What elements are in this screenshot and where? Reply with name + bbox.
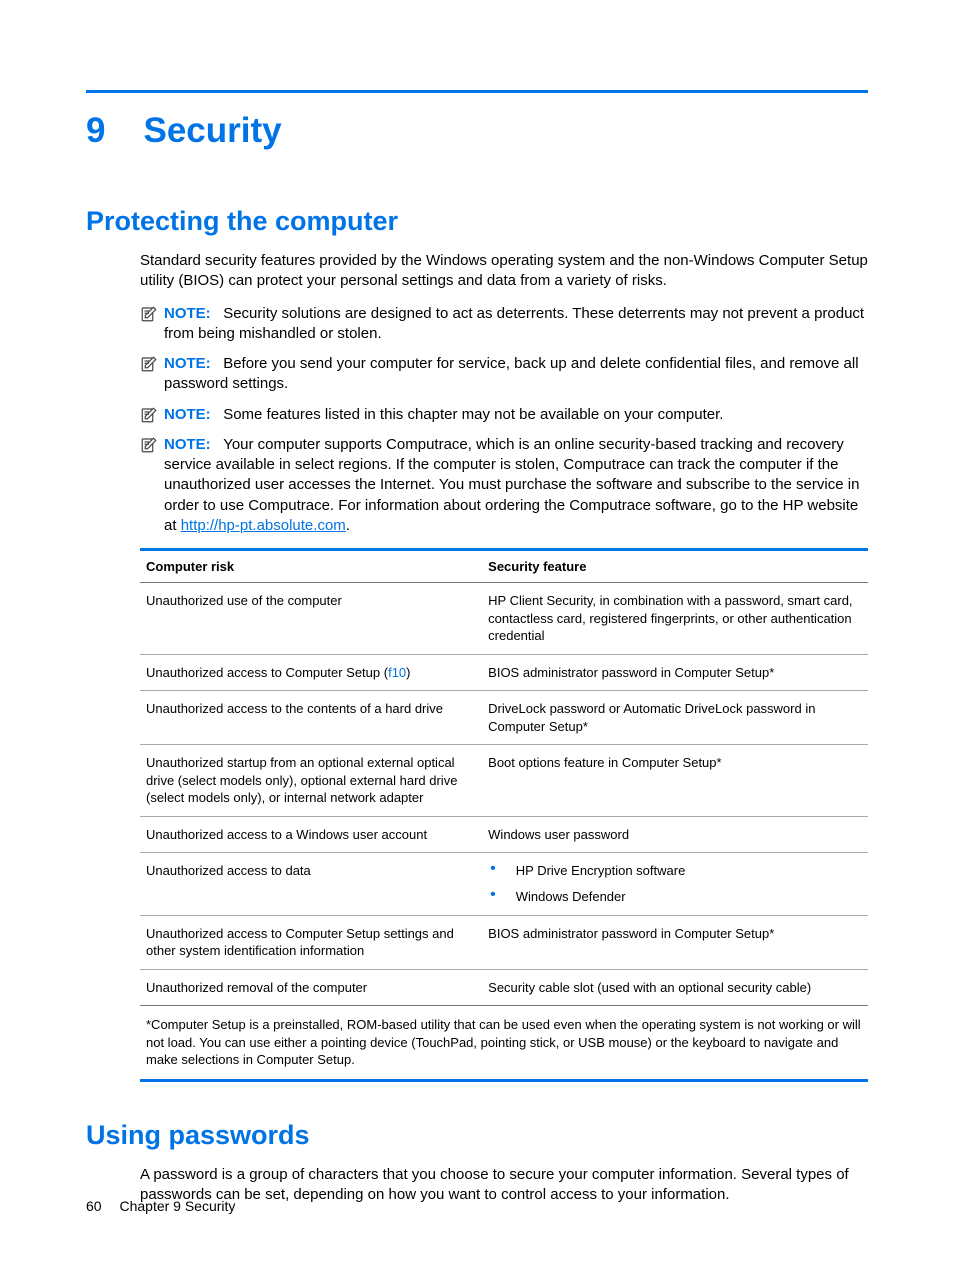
chapter-footer-label: Chapter 9 Security (119, 1198, 235, 1214)
note-body-post: . (346, 517, 350, 534)
list-item: • Windows Defender (488, 888, 862, 906)
table-row: Unauthorized use of the computer HP Clie… (140, 583, 868, 655)
cell-risk: Unauthorized access to Computer Setup se… (140, 915, 482, 969)
intro-paragraph: Standard security features provided by t… (140, 251, 868, 292)
chapter-number: 9 (86, 111, 105, 151)
note-icon (140, 406, 158, 424)
note-4: NOTE: Your computer supports Computrace,… (140, 435, 868, 536)
list-text: Windows Defender (516, 888, 626, 906)
table-row: Unauthorized access to Computer Setup se… (140, 915, 868, 969)
cell-risk: Unauthorized access to the contents of a… (140, 691, 482, 745)
section2-content: A password is a group of characters that… (140, 1165, 868, 1206)
note-text: NOTE: Some features listed in this chapt… (164, 405, 723, 425)
section-heading-protecting: Protecting the computer (86, 206, 868, 237)
note-2: NOTE: Before you send your computer for … (140, 354, 868, 395)
note-label: NOTE: (164, 305, 211, 322)
chapter-title: Security (143, 111, 281, 151)
table-footnote: *Computer Setup is a preinstalled, ROM-b… (140, 1012, 868, 1082)
cell-risk: Unauthorized startup from an optional ex… (140, 745, 482, 817)
cell-risk: Unauthorized access to data (140, 853, 482, 915)
table-row: Unauthorized access to the contents of a… (140, 691, 868, 745)
table-row: Unauthorized removal of the computer Sec… (140, 969, 868, 1006)
cell-feature: HP Client Security, in combination with … (482, 583, 868, 655)
cell-feature: Security cable slot (used with an option… (482, 969, 868, 1006)
cell-feature: BIOS administrator password in Computer … (482, 654, 868, 691)
chapter-header: 9 Security (86, 111, 868, 151)
note-3: NOTE: Some features listed in this chapt… (140, 405, 868, 425)
table-row: Unauthorized startup from an optional ex… (140, 745, 868, 817)
note-1: NOTE: Security solutions are designed to… (140, 304, 868, 345)
security-table: Computer risk Security feature Unauthori… (140, 548, 868, 1006)
cell-feature: Boot options feature in Computer Setup* (482, 745, 868, 817)
passwords-paragraph: A password is a group of characters that… (140, 1165, 868, 1206)
note-text: NOTE: Your computer supports Computrace,… (164, 435, 868, 536)
table-row: Unauthorized access to a Windows user ac… (140, 816, 868, 853)
cell-risk: Unauthorized removal of the computer (140, 969, 482, 1006)
cell-risk: Unauthorized use of the computer (140, 583, 482, 655)
page-number: 60 (86, 1198, 102, 1214)
note-body: Security solutions are designed to act a… (164, 305, 864, 342)
computrace-link[interactable]: http://hp-pt.absolute.com (181, 517, 346, 534)
section-heading-passwords: Using passwords (86, 1120, 868, 1151)
top-rule (86, 90, 868, 93)
page-footer: 60 Chapter 9 Security (86, 1198, 235, 1214)
note-icon (140, 436, 158, 454)
note-label: NOTE: (164, 436, 211, 453)
note-label: NOTE: (164, 355, 211, 372)
list-text: HP Drive Encryption software (516, 862, 686, 880)
th-feature: Security feature (482, 550, 868, 583)
cell-risk: Unauthorized access to Computer Setup (f… (140, 654, 482, 691)
section1-content: Standard security features provided by t… (140, 251, 868, 1082)
th-risk: Computer risk (140, 550, 482, 583)
table-row: Unauthorized access to data • HP Drive E… (140, 853, 868, 915)
bullet-icon: • (490, 862, 496, 875)
table-row: Unauthorized access to Computer Setup (f… (140, 654, 868, 691)
note-label: NOTE: (164, 406, 211, 423)
list-item: • HP Drive Encryption software (488, 862, 862, 880)
cell-risk: Unauthorized access to a Windows user ac… (140, 816, 482, 853)
cell-feature-list: • HP Drive Encryption software • Windows… (482, 853, 868, 915)
cell-feature: Windows user password (482, 816, 868, 853)
note-icon (140, 305, 158, 323)
cell-feature: DriveLock password or Automatic DriveLoc… (482, 691, 868, 745)
note-icon (140, 355, 158, 373)
f10-key: f10 (388, 665, 406, 680)
bullet-icon: • (490, 888, 496, 901)
note-body: Some features listed in this chapter may… (223, 406, 723, 423)
page: 9 Security Protecting the computer Stand… (0, 0, 954, 1270)
note-text: NOTE: Before you send your computer for … (164, 354, 868, 395)
cell-feature: BIOS administrator password in Computer … (482, 915, 868, 969)
note-text: NOTE: Security solutions are designed to… (164, 304, 868, 345)
note-body: Before you send your computer for servic… (164, 355, 859, 392)
